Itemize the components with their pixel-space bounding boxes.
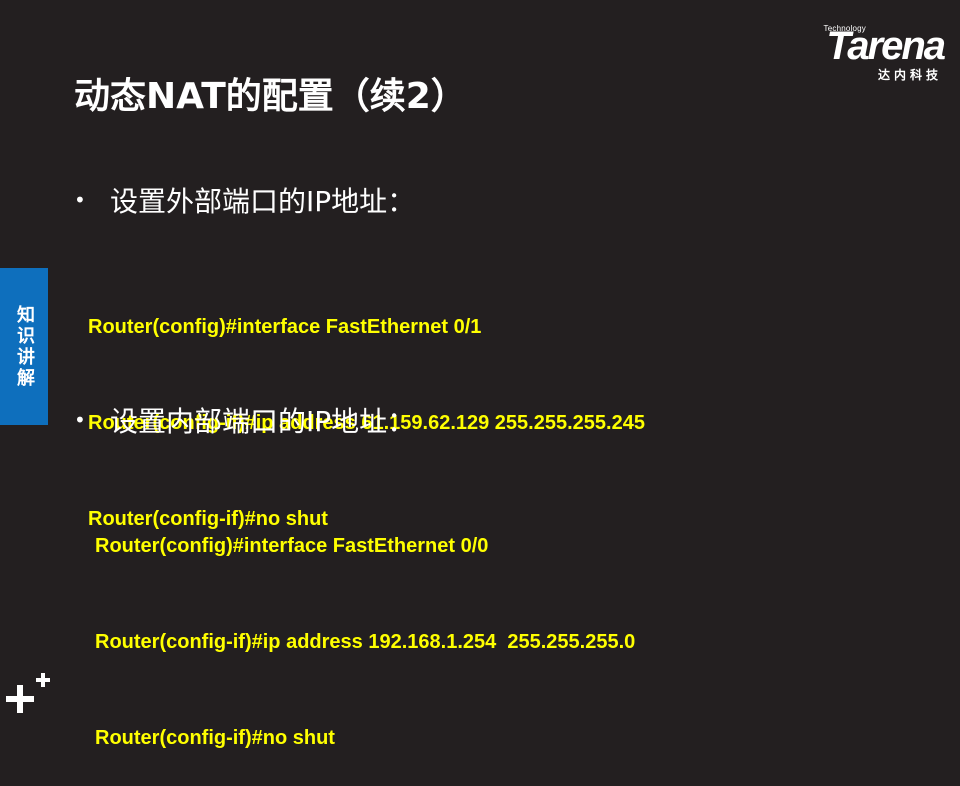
bullet-item-internal: • 设置内部端口的IP地址： — [74, 400, 415, 440]
bullet-item-external: • 设置外部端口的IP地址： — [74, 180, 415, 220]
code-line: Router(config-if)#ip address 192.168.1.2… — [95, 631, 636, 653]
code-block-internal: Router(config)#interface FastEthernet 0/… — [95, 466, 635, 786]
bullet-dot-icon: • — [74, 408, 86, 432]
code-line: Router(config-if)#no shut — [95, 727, 335, 749]
code-line: Router(config)#interface FastEthernet 0/… — [88, 316, 482, 338]
logo-wordmark: Tarena — [826, 24, 946, 68]
bullet-dot-icon: • — [74, 188, 86, 212]
logo-chinese-name: 达内科技 — [877, 68, 942, 82]
code-line: Router(config)#interface FastEthernet 0/… — [95, 535, 489, 557]
side-tab: 知识讲解 — [0, 268, 48, 425]
plus-plus-icon — [6, 673, 50, 713]
bullet-text: 设置外部端口的IP地址： — [110, 185, 416, 218]
side-tab-label: 知识讲解 — [14, 304, 35, 389]
slide-title: 动态NAT的配置（续2） — [74, 76, 467, 117]
tarena-logo: Technology Tarena 达内科技 — [776, 22, 946, 84]
bullet-text: 设置内部端口的IP地址： — [110, 405, 416, 438]
